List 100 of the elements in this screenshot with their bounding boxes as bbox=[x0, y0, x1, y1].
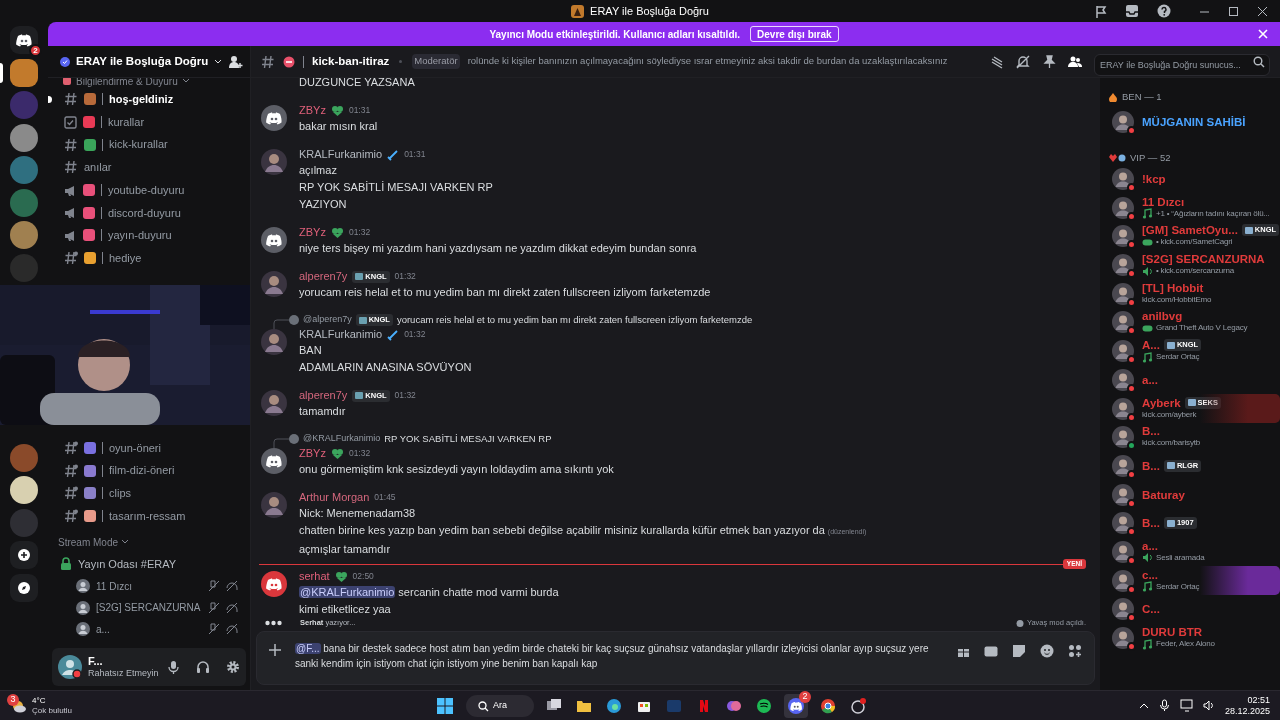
channel-item[interactable]: kurallar bbox=[56, 110, 242, 134]
author-name[interactable]: alperen7y bbox=[299, 387, 348, 404]
member-name: B... bbox=[1142, 459, 1160, 472]
channel-item[interactable]: film-dizi-öneri bbox=[56, 459, 242, 482]
member-item[interactable]: 11 Dızcı +1 • “Ağızların tadını kaçıran ölü... bbox=[1108, 193, 1280, 223]
member-item[interactable]: c... Serdar Ortaç bbox=[1108, 566, 1280, 595]
avatar-icon bbox=[76, 622, 90, 636]
member-item[interactable]: B... kick.com/barisytb bbox=[1108, 422, 1280, 452]
plus-icon[interactable] bbox=[269, 644, 281, 656]
channel-item[interactable]: oyun-öneri bbox=[56, 436, 242, 460]
muted-bell-icon[interactable] bbox=[1016, 54, 1030, 69]
pin-icon[interactable] bbox=[1042, 54, 1056, 69]
notification-badge: 2 bbox=[29, 44, 42, 57]
channel-name: kick-ban-itiraz bbox=[312, 53, 390, 69]
window-title: ERAY ile Boşluğa Doğru bbox=[590, 3, 709, 19]
member-item[interactable]: anilbvg Grand Theft Auto V Legacy bbox=[1108, 308, 1280, 337]
message-text: bakar mısın kral bbox=[299, 119, 378, 134]
member-list-icon[interactable] bbox=[1068, 54, 1082, 69]
chevron-up-icon[interactable] bbox=[1138, 701, 1149, 710]
channel-item[interactable]: anılar bbox=[56, 156, 242, 179]
section-emoji-icon bbox=[1108, 152, 1126, 163]
help-icon[interactable] bbox=[1157, 4, 1171, 18]
voice-user[interactable]: [S2G] SERCANZURNA bbox=[56, 596, 242, 619]
microphone-icon[interactable] bbox=[1158, 699, 1170, 712]
member-item[interactable]: !kcp bbox=[1108, 164, 1280, 194]
channel-item[interactable]: youtube-duyuru bbox=[56, 178, 242, 202]
author-name[interactable]: serhat bbox=[299, 568, 330, 585]
member-item[interactable]: [S2G] SERCANZURNA • kick.com/sercanzurna bbox=[1108, 250, 1280, 280]
member-item[interactable]: [TL] Hobbit kick.com/HobbitEmo bbox=[1108, 279, 1280, 309]
headphones-icon[interactable] bbox=[196, 660, 210, 674]
timestamp: 01:31 bbox=[404, 148, 426, 161]
author-name[interactable]: alperen7y bbox=[299, 268, 348, 285]
spotify-icon[interactable] bbox=[756, 698, 772, 714]
author-name[interactable]: ZBYz bbox=[299, 224, 326, 241]
member-item[interactable]: a... Sesli aramada bbox=[1108, 537, 1280, 567]
add-server-button[interactable] bbox=[10, 541, 38, 569]
server-icon[interactable] bbox=[10, 221, 38, 249]
search-field[interactable]: ERAY ile Boşluğa Doğru sunucus... bbox=[1094, 53, 1270, 76]
server-icon[interactable] bbox=[10, 123, 38, 152]
add-member-icon[interactable] bbox=[228, 54, 244, 69]
voice-user[interactable]: 11 Dızcı bbox=[56, 575, 242, 597]
member-item[interactable]: MÜJGANIN SAHİBİ bbox=[1108, 108, 1280, 137]
chrome-icon[interactable] bbox=[820, 698, 836, 714]
message-input[interactable] bbox=[256, 631, 1095, 685]
taskbar-search[interactable]: Ara bbox=[466, 695, 534, 717]
sticker-icon[interactable] bbox=[1012, 644, 1026, 658]
channel-item[interactable]: hediye bbox=[56, 246, 242, 270]
disable-button[interactable]: Devre dışı bırak bbox=[750, 26, 839, 42]
member-item[interactable]: a... bbox=[1108, 365, 1280, 395]
flag-icon[interactable] bbox=[1094, 4, 1107, 18]
author-name[interactable]: ZBYz bbox=[299, 445, 326, 462]
avatar bbox=[261, 329, 287, 355]
folder-icon[interactable] bbox=[576, 698, 592, 714]
recorder-icon[interactable] bbox=[850, 698, 866, 714]
apps-icon[interactable] bbox=[1068, 644, 1082, 658]
server-header[interactable]: ERAY ile Boşluğa Doğru bbox=[48, 46, 250, 78]
member-item[interactable]: Baturay bbox=[1108, 480, 1280, 509]
author-name[interactable]: KRALFurkanimio bbox=[299, 326, 383, 343]
voice-channel[interactable]: Yayın Odası #ERAY bbox=[56, 553, 242, 576]
tag-icon bbox=[355, 273, 364, 280]
maximize-icon[interactable] bbox=[1228, 5, 1239, 17]
member-item[interactable]: C... bbox=[1108, 595, 1280, 624]
member-name: Baturay bbox=[1142, 488, 1185, 501]
inbox-icon[interactable] bbox=[1125, 4, 1139, 18]
member-item[interactable]: DURU BTR Feder, Alex Aiono bbox=[1108, 623, 1280, 653]
author-name[interactable]: Arthur Morgan bbox=[299, 489, 370, 506]
volume-icon[interactable] bbox=[1202, 699, 1215, 712]
timestamp: 01:32 bbox=[404, 328, 426, 341]
channel-item[interactable]: clips bbox=[56, 481, 242, 505]
avatar bbox=[1112, 225, 1134, 248]
edge-icon[interactable] bbox=[606, 698, 622, 714]
member-activity: kick.com/barisytb bbox=[1142, 437, 1200, 450]
author-name[interactable]: KRALFurkanimio bbox=[299, 146, 383, 163]
music-note-icon bbox=[1142, 208, 1153, 220]
network-icon[interactable] bbox=[1179, 699, 1193, 712]
verified-icon bbox=[60, 56, 70, 67]
tag-icon bbox=[1244, 226, 1253, 234]
direct-messages-button[interactable]: 2 bbox=[10, 26, 38, 54]
channel-item[interactable]: discord-duyuru bbox=[56, 201, 242, 225]
discord-taskbar-button[interactable]: 2 bbox=[784, 694, 808, 718]
compass-icon bbox=[18, 581, 30, 594]
hashtag-icon bbox=[261, 54, 275, 69]
start-icon[interactable] bbox=[437, 698, 453, 714]
microphone-icon[interactable] bbox=[167, 660, 180, 674]
channel-item[interactable]: yayın-duyuru bbox=[56, 224, 242, 247]
copilot-icon[interactable] bbox=[726, 698, 742, 714]
discover-button[interactable] bbox=[10, 573, 38, 602]
channel-item[interactable]: kick-kurallar bbox=[56, 133, 242, 157]
channel-item[interactable]: hoş-geldiniz bbox=[56, 88, 242, 111]
server-icon[interactable] bbox=[10, 476, 38, 504]
settings-icon[interactable] bbox=[226, 660, 240, 674]
server-icon[interactable] bbox=[10, 58, 38, 87]
channel-item[interactable]: tasarım-ressam bbox=[56, 504, 242, 528]
avatar bbox=[1112, 254, 1134, 277]
message-text: DUZGUNCE YAZSANA bbox=[298, 78, 416, 90]
threads-icon[interactable] bbox=[990, 54, 1004, 69]
voice-user[interactable]: a... bbox=[56, 618, 242, 640]
emoji-icon[interactable] bbox=[1040, 644, 1054, 658]
close-icon[interactable] bbox=[1257, 5, 1268, 17]
author-name[interactable]: ZBYz bbox=[299, 102, 326, 119]
